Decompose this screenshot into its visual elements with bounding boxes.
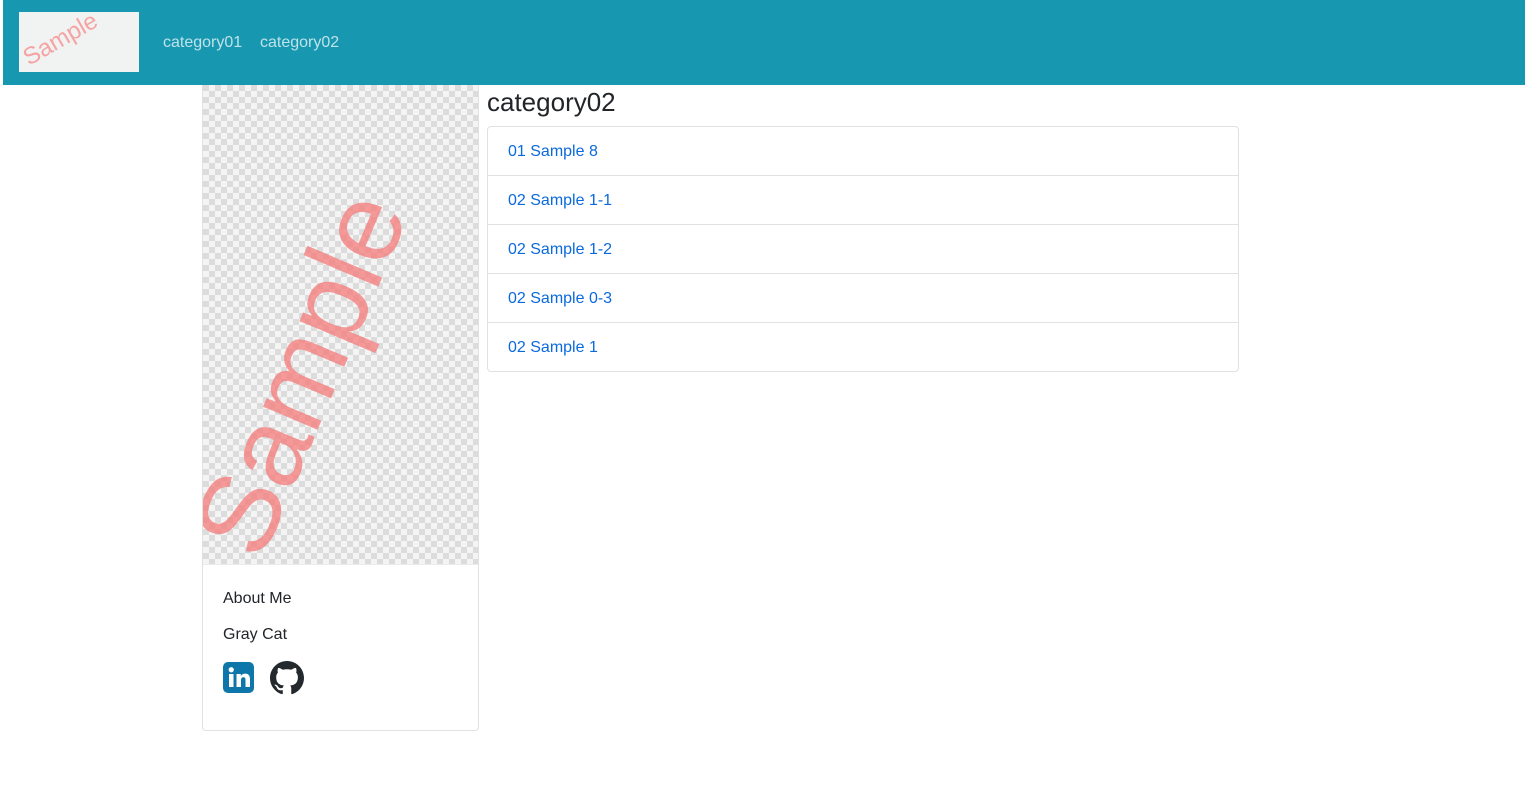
profile-card: Sample About Me Gray Cat bbox=[202, 85, 479, 731]
nav-link-category01[interactable]: category01 bbox=[163, 33, 242, 52]
post-list: 01 Sample 8 02 Sample 1-1 02 Sample 1-2 … bbox=[487, 126, 1239, 372]
github-link[interactable] bbox=[270, 661, 304, 695]
post-link[interactable]: 02 Sample 0-3 bbox=[508, 289, 612, 308]
linkedin-link[interactable] bbox=[222, 661, 256, 695]
post-list-item: 02 Sample 1-2 bbox=[488, 224, 1238, 273]
site-logo[interactable]: Sample bbox=[19, 12, 139, 72]
post-list-item: 01 Sample 8 bbox=[488, 127, 1238, 175]
logo-image: Sample bbox=[19, 12, 102, 71]
logo-watermark: Sample bbox=[19, 12, 102, 71]
github-icon bbox=[270, 661, 304, 695]
category-title: category02 bbox=[487, 87, 616, 117]
top-navbar: Sample category01 category02 bbox=[3, 0, 1525, 85]
post-link[interactable]: 02 Sample 1-2 bbox=[508, 240, 612, 259]
post-list-item: 02 Sample 1-1 bbox=[488, 175, 1238, 224]
post-list-item: 02 Sample 1 bbox=[488, 322, 1238, 371]
post-link[interactable]: 01 Sample 8 bbox=[508, 142, 598, 161]
profile-image: Sample bbox=[203, 85, 478, 565]
post-link[interactable]: 02 Sample 1-1 bbox=[508, 191, 612, 210]
linkedin-icon bbox=[223, 662, 254, 693]
nav-link-category02[interactable]: category02 bbox=[260, 33, 339, 52]
post-link[interactable]: 02 Sample 1 bbox=[508, 338, 598, 357]
about-heading: About Me bbox=[223, 590, 292, 607]
author-name: Gray Cat bbox=[223, 626, 288, 643]
post-list-item: 02 Sample 0-3 bbox=[488, 273, 1238, 322]
